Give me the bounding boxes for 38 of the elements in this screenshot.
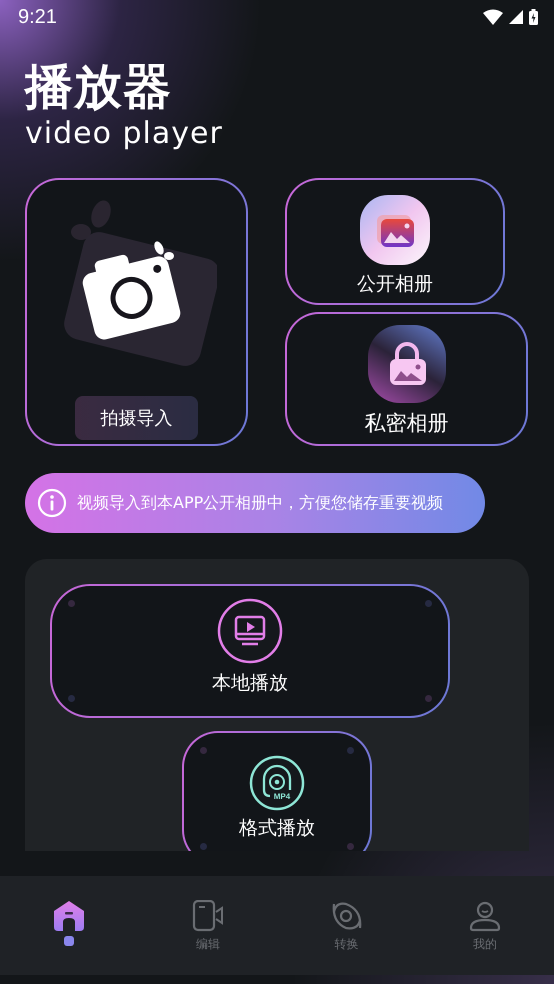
album-label: 公开相册 <box>357 272 433 296</box>
locked-gallery-icon <box>368 325 446 403</box>
tv-play-icon <box>217 598 283 664</box>
info-icon <box>37 488 67 518</box>
corner-dot <box>68 600 75 607</box>
selected-indicator <box>64 936 74 946</box>
nav-label: 转换 <box>334 936 358 953</box>
corner-dot <box>200 843 207 850</box>
status-time: 9:21 <box>18 6 57 28</box>
album-label: 私密相册 <box>364 410 448 437</box>
user-icon <box>468 900 501 932</box>
feature-label: 本地播放 <box>212 671 288 696</box>
corner-dot <box>200 747 207 754</box>
corner-dot <box>68 695 75 702</box>
feature-card[interactable]: 本地播放 <box>50 584 450 718</box>
app-title: 播放器 <box>25 58 173 116</box>
corner-dot <box>425 600 432 607</box>
battery-icon <box>529 9 538 25</box>
feature-card[interactable]: MP4 格式播放 <box>182 731 372 851</box>
app-subtitle: video player <box>25 116 224 152</box>
nav-label: 编辑 <box>196 936 220 953</box>
feature-label: 格式播放 <box>239 816 315 841</box>
signal-icon <box>509 10 523 24</box>
video-file-icon: MP4 <box>249 755 305 811</box>
shoot-import-button[interactable]: 拍摄导入 <box>75 396 198 440</box>
home-icon <box>53 900 86 932</box>
import-card[interactable]: 拍摄导入 <box>25 178 248 446</box>
notice-text: 视频导入到本APP公开相册中，方便您储存重要视频 <box>77 492 444 514</box>
wifi-icon <box>483 9 503 25</box>
gallery-icon <box>360 194 430 264</box>
album-card[interactable]: 私密相册 <box>285 312 528 446</box>
phone-video-icon <box>192 900 224 932</box>
swirl-icon <box>330 900 362 932</box>
nav-label: 我的 <box>472 936 497 953</box>
corner-dot <box>347 747 354 754</box>
corner-dot <box>347 843 354 850</box>
album-card[interactable]: 公开相册 <box>285 178 505 305</box>
corner-dot <box>425 695 432 702</box>
